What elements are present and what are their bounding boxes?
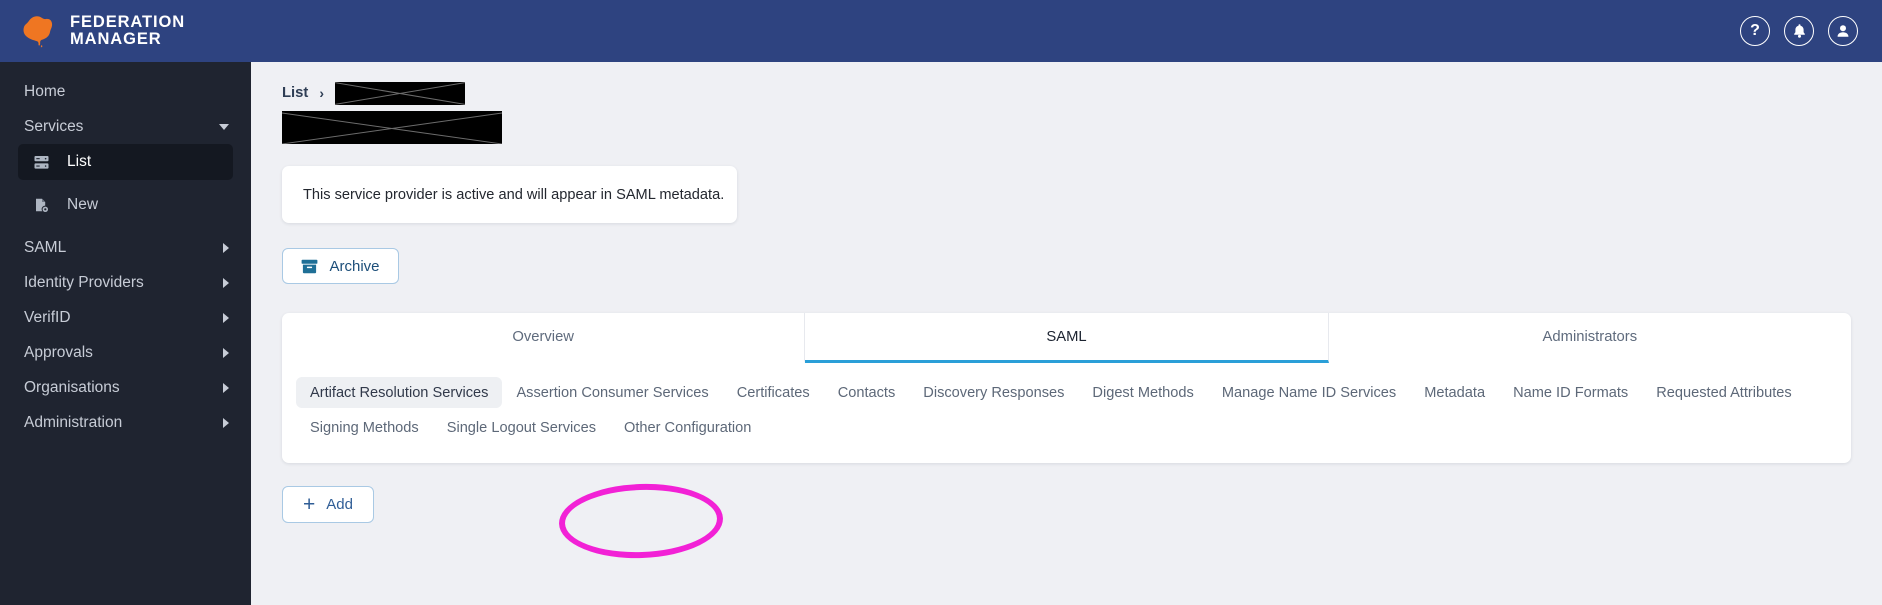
plus-icon: +	[303, 493, 316, 516]
subtab-label: Single Logout Services	[446, 419, 596, 436]
chevron-right-icon	[223, 417, 229, 428]
sidebar-item-list[interactable]: List	[18, 144, 233, 180]
chevron-right-icon	[223, 277, 229, 288]
archive-box-icon	[302, 259, 318, 273]
tab-saml[interactable]: SAML	[805, 313, 1329, 363]
subtab-label: Manage Name ID Services	[1221, 384, 1397, 401]
add-button-label: Add	[326, 496, 353, 513]
sidebar-item-label: Home	[24, 82, 66, 100]
sidebar-item-identity-providers[interactable]: Identity Providers	[0, 265, 251, 300]
sidebar-item-label: Identity Providers	[24, 273, 144, 291]
sidebar-item-new[interactable]: New	[18, 187, 233, 223]
tab-label: Administrators	[1542, 328, 1638, 345]
sidebar-item-organisations[interactable]: Organisations	[0, 370, 251, 405]
sidebar-item-saml[interactable]: SAML	[0, 230, 251, 265]
chevron-right-icon	[223, 347, 229, 358]
subtab-label: Other Configuration	[624, 419, 752, 436]
subtab-label: Discovery Responses	[923, 384, 1065, 401]
subtab-name-id-formats[interactable]: Name ID Formats	[1499, 377, 1642, 408]
status-message-text: This service provider is active and will…	[303, 186, 725, 203]
subtab-requested-attributes[interactable]: Requested Attributes	[1642, 377, 1805, 408]
help-glyph: ?	[1750, 22, 1760, 39]
main-content-area: List › This service provider is active a…	[251, 62, 1882, 605]
subtab-metadata[interactable]: Metadata	[1410, 377, 1499, 408]
subtab-label: Contacts	[837, 384, 896, 401]
subtab-label: Name ID Formats	[1513, 384, 1629, 401]
subtab-label: Assertion Consumer Services	[516, 384, 709, 401]
tab-administrators[interactable]: Administrators	[1329, 313, 1851, 363]
sidebar-item-label: VerifID	[24, 308, 71, 326]
brand-logo-group[interactable]: FEDERATION MANAGER	[0, 12, 185, 50]
tab-overview[interactable]: Overview	[282, 313, 806, 363]
server-list-icon	[32, 153, 51, 172]
user-account-icon[interactable]	[1828, 16, 1858, 46]
sidebar-sub-label: List	[67, 153, 92, 170]
page-title-redacted	[282, 111, 502, 144]
sidebar-sub-label: New	[67, 196, 99, 213]
chevron-right-icon	[223, 312, 229, 323]
brand-line-1: FEDERATION	[70, 13, 186, 31]
subtab-label: Digest Methods	[1092, 384, 1194, 401]
breadcrumb: List ›	[282, 81, 1882, 105]
subtab-contacts[interactable]: Contacts	[824, 377, 910, 408]
subtab-discovery-responses[interactable]: Discovery Responses	[909, 377, 1078, 408]
sidebar-services-children: List New	[0, 144, 251, 223]
new-document-gear-icon	[32, 196, 51, 215]
sidebar-item-administration[interactable]: Administration	[0, 405, 251, 440]
subtab-digest-methods[interactable]: Digest Methods	[1078, 377, 1207, 408]
breadcrumb-separator-icon: ›	[319, 85, 324, 101]
subtab-other-configuration[interactable]: Other Configuration	[610, 412, 765, 443]
sidebar-navigation: Home Services List New SAML Identity Pro…	[0, 62, 251, 605]
brand-title: FEDERATION MANAGER	[70, 14, 185, 48]
sidebar-item-label: Services	[24, 117, 84, 135]
sidebar-item-label: Administration	[24, 413, 123, 431]
sidebar-item-services[interactable]: Services	[0, 109, 251, 144]
application-window: FEDERATION MANAGER ? Home Services List …	[0, 0, 1882, 605]
panel-tabs: Overview SAML Administrators	[282, 313, 1851, 363]
subtab-label: Requested Attributes	[1656, 384, 1792, 401]
help-icon[interactable]: ?	[1740, 16, 1770, 46]
sidebar-item-home[interactable]: Home	[0, 74, 251, 109]
archive-button-label: Archive	[329, 257, 380, 275]
sidebar-item-label: Approvals	[24, 343, 93, 361]
subtab-certificates[interactable]: Certificates	[723, 377, 824, 408]
subtab-assertion-consumer-services[interactable]: Assertion Consumer Services	[502, 377, 722, 408]
notifications-bell-icon[interactable]	[1784, 16, 1814, 46]
sidebar-item-approvals[interactable]: Approvals	[0, 335, 251, 370]
saml-subtabs: Artifact Resolution Services Assertion C…	[282, 363, 1851, 463]
sidebar-item-label: SAML	[24, 238, 67, 256]
archive-button[interactable]: Archive	[282, 248, 399, 284]
sidebar-item-verifid[interactable]: VerifID	[0, 300, 251, 335]
sidebar-item-label: Organisations	[24, 378, 120, 396]
header-actions: ?	[1740, 16, 1882, 46]
annotation-ellipse-highlight	[557, 481, 725, 561]
subtab-label: Certificates	[736, 384, 810, 401]
user-glyph	[1837, 25, 1849, 37]
chevron-down-icon	[219, 123, 229, 130]
bell-glyph	[1793, 24, 1805, 38]
add-button[interactable]: + Add	[282, 486, 374, 523]
brand-line-2: MANAGER	[70, 30, 162, 48]
subtab-artifact-resolution-services[interactable]: Artifact Resolution Services	[296, 377, 503, 408]
subtab-label: Artifact Resolution Services	[310, 384, 489, 401]
breadcrumb-item-list[interactable]: List	[282, 85, 308, 101]
breadcrumb-redacted-current	[334, 81, 465, 105]
tab-label: Overview	[512, 328, 574, 345]
status-message-card: This service provider is active and will…	[282, 166, 737, 223]
tab-label: SAML	[1046, 328, 1087, 345]
australia-map-logo-icon	[23, 16, 53, 48]
saml-panel: Overview SAML Administrators Artifact Re…	[282, 313, 1851, 463]
chevron-right-icon	[223, 242, 229, 253]
subtab-signing-methods[interactable]: Signing Methods	[296, 412, 433, 443]
top-header-bar: FEDERATION MANAGER ?	[0, 0, 1882, 62]
chevron-right-icon	[223, 382, 229, 393]
subtab-label: Metadata	[1424, 384, 1486, 401]
subtab-label: Signing Methods	[310, 419, 419, 436]
subtab-manage-name-id-services[interactable]: Manage Name ID Services	[1208, 377, 1410, 408]
subtab-single-logout-services[interactable]: Single Logout Services	[433, 412, 610, 443]
